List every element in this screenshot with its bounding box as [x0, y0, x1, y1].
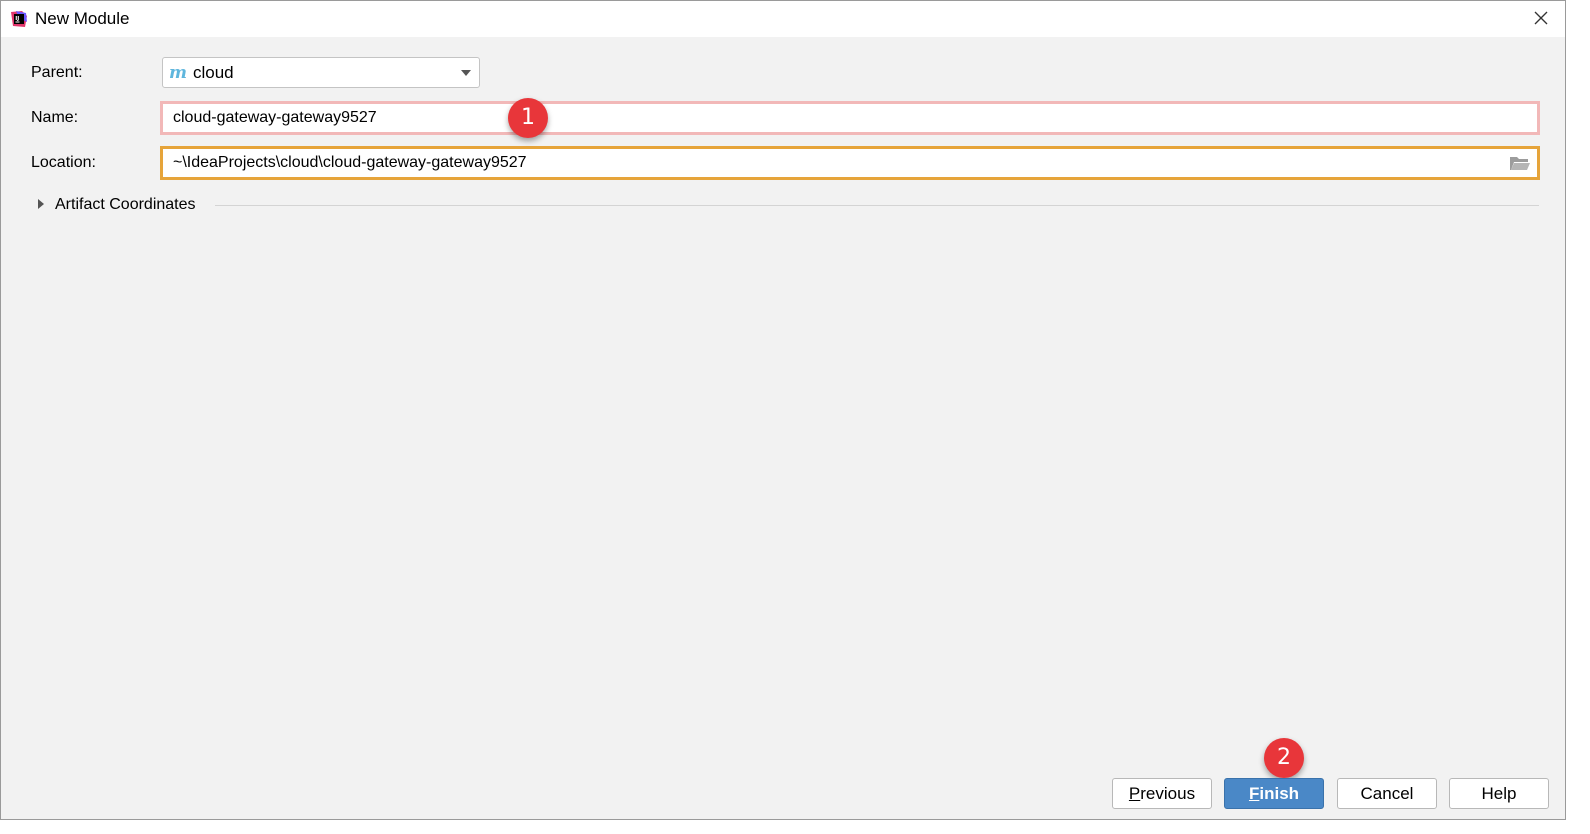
name-field[interactable]: [160, 101, 1540, 135]
previous-label: revious: [1140, 784, 1196, 803]
previous-mnemonic: P: [1128, 784, 1141, 803]
finish-button[interactable]: Finish: [1224, 778, 1324, 809]
svg-text:IJ: IJ: [15, 16, 19, 22]
window-title: New Module: [35, 9, 130, 28]
close-button[interactable]: [1527, 5, 1555, 31]
location-field[interactable]: [160, 146, 1540, 180]
section-divider: [215, 205, 1539, 206]
finish-mnemonic: F: [1248, 784, 1260, 803]
new-module-dialog: IJ New Module Parent: m cloud Name: Loca…: [0, 0, 1566, 820]
artifact-coordinates-label: Artifact Coordinates: [55, 196, 196, 213]
help-button[interactable]: Help: [1449, 778, 1549, 809]
close-icon: [1534, 11, 1548, 25]
step-badge-2: 2: [1264, 738, 1304, 778]
step-badge-1: 1: [508, 98, 548, 138]
artifact-coordinates-toggle[interactable]: Artifact Coordinates: [31, 194, 1539, 216]
expand-arrow-icon: [38, 199, 44, 209]
cancel-button[interactable]: Cancel: [1337, 778, 1437, 809]
folder-icon[interactable]: [1509, 154, 1531, 172]
finish-label: inish: [1259, 784, 1300, 803]
location-label: Location:: [31, 154, 96, 171]
parent-dropdown[interactable]: m cloud: [162, 57, 480, 88]
previous-button[interactable]: Previous: [1112, 778, 1212, 809]
intellij-app-icon: IJ: [11, 11, 27, 27]
chevron-down-icon: [461, 70, 471, 76]
title-bar: IJ New Module: [1, 1, 1565, 37]
maven-m-icon: m: [169, 63, 187, 83]
name-label: Name:: [31, 109, 79, 126]
parent-value: cloud: [193, 63, 234, 82]
parent-label: Parent:: [31, 64, 83, 81]
